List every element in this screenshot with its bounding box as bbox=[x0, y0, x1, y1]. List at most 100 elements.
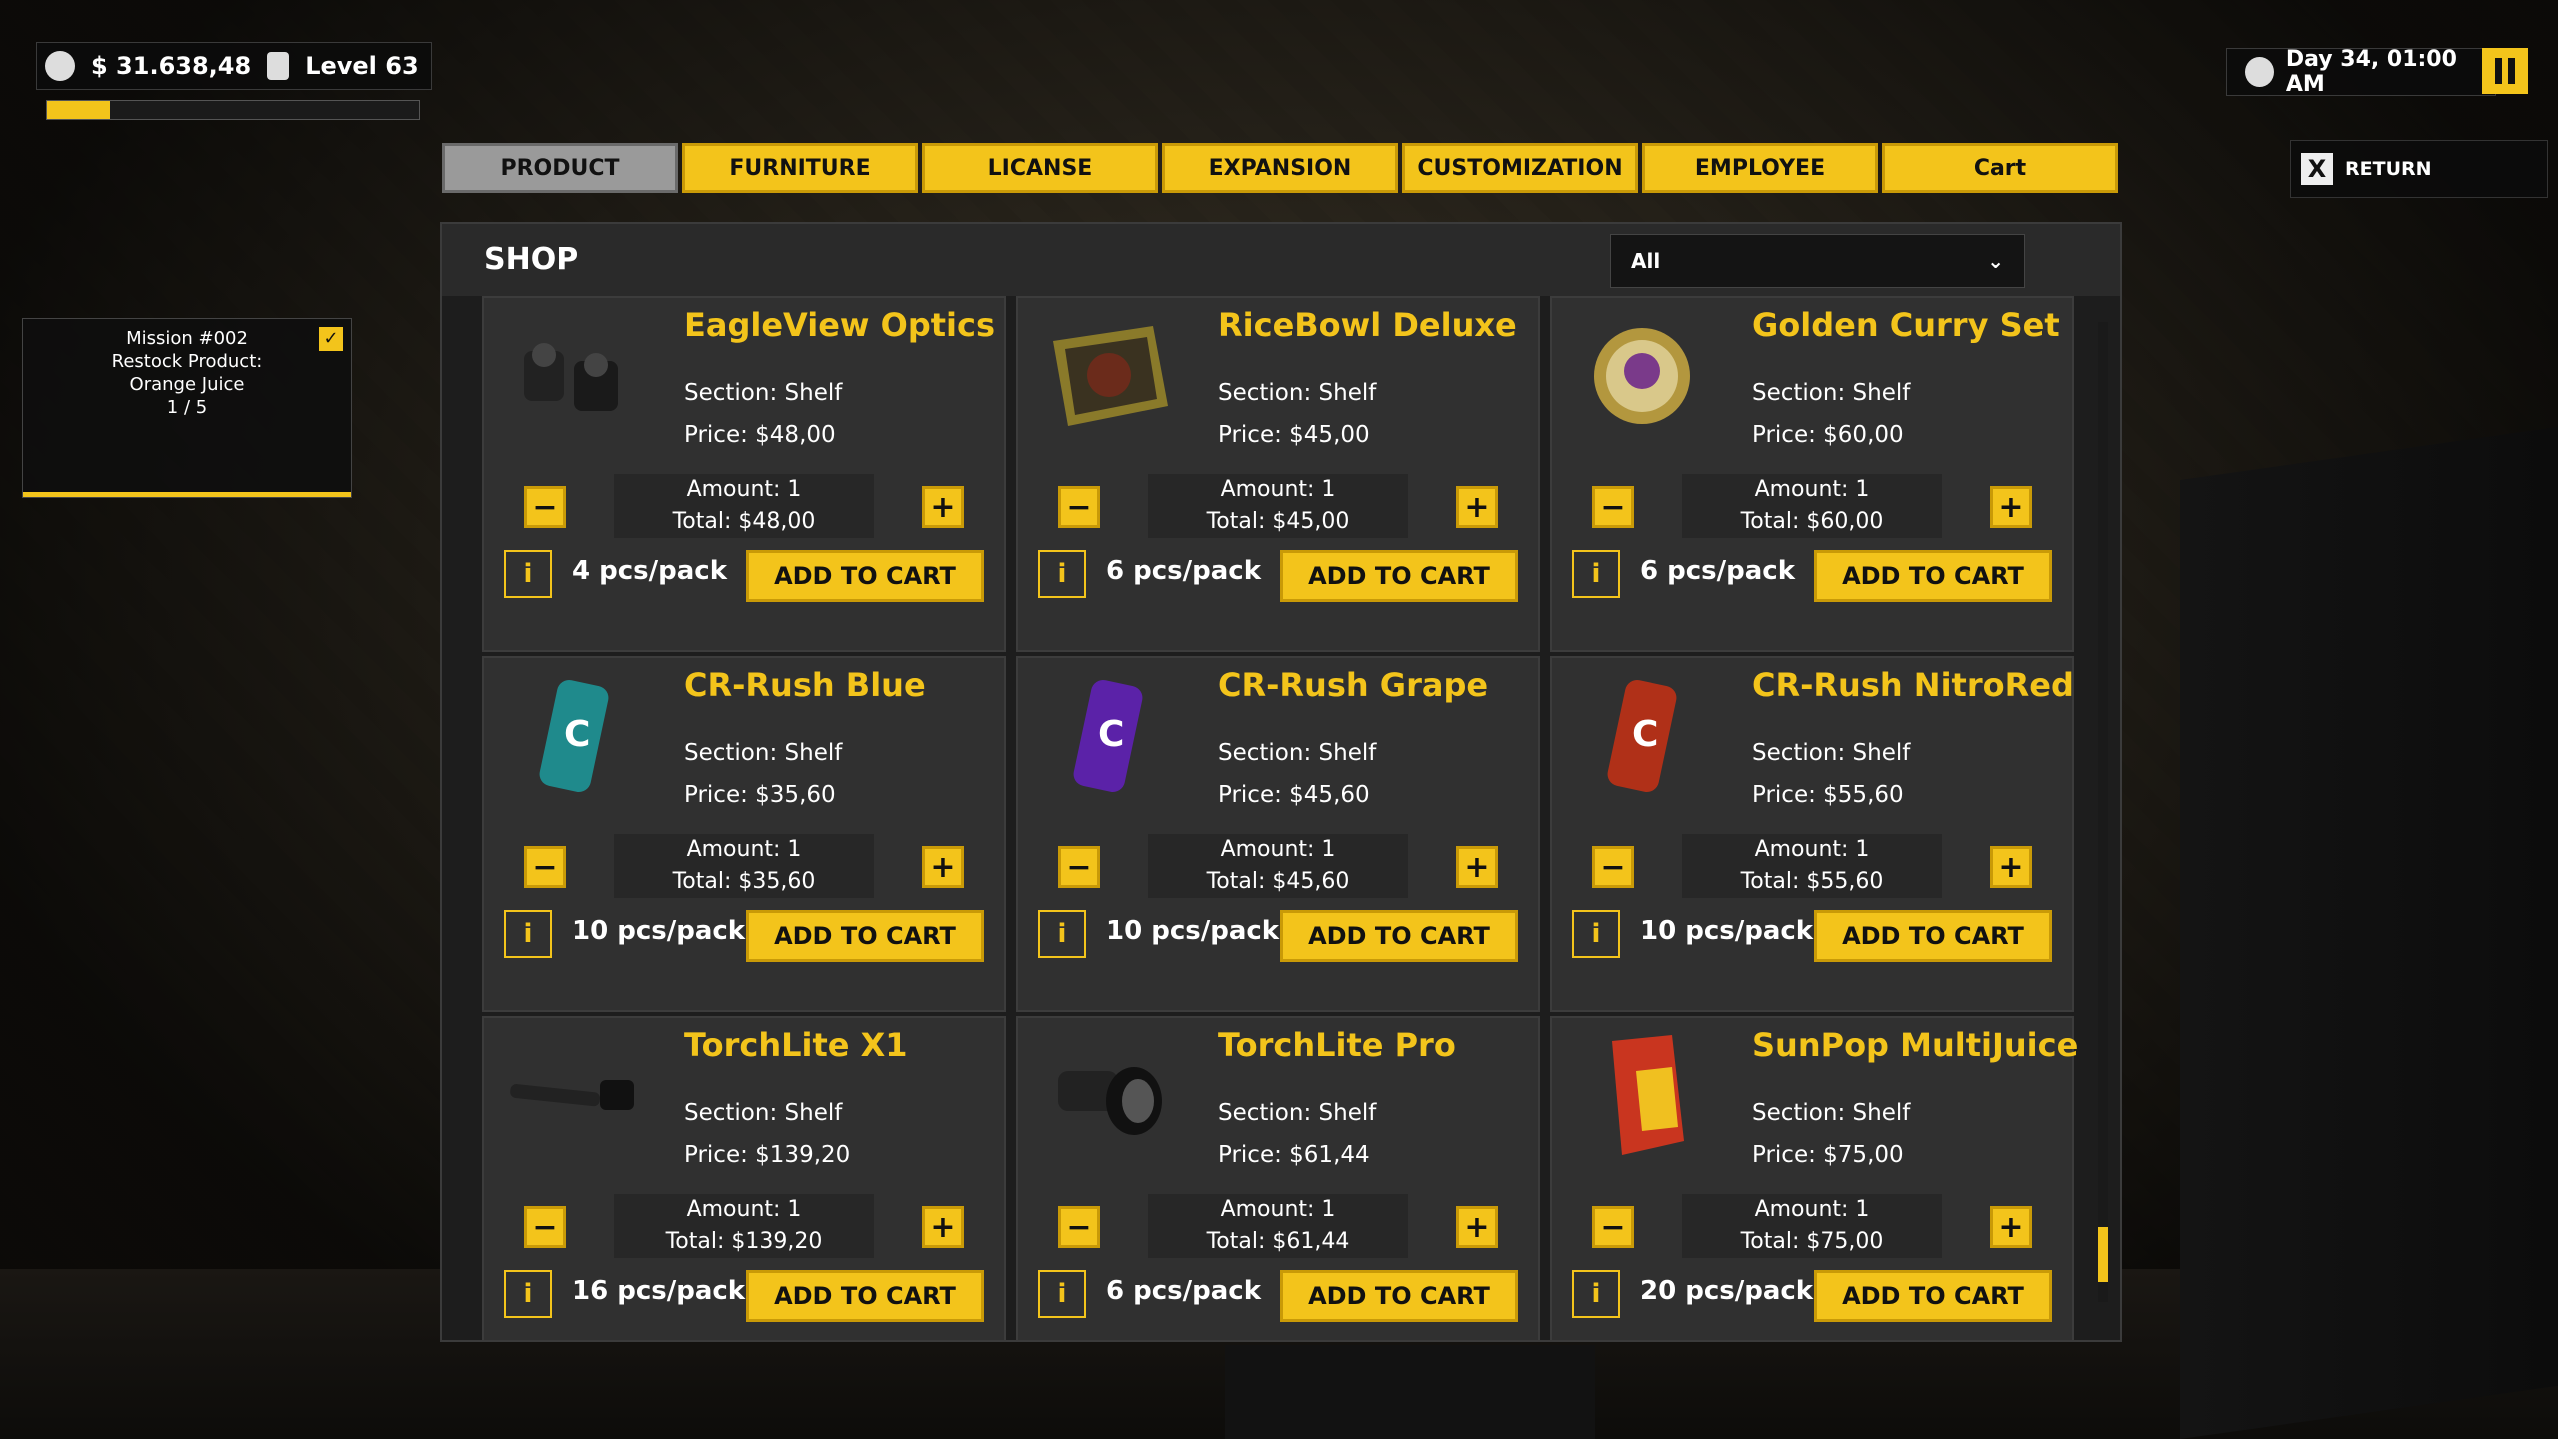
product-section: Section: Shelf bbox=[684, 1100, 843, 1126]
decrease-amount-button[interactable]: − bbox=[1058, 486, 1100, 528]
add-to-cart-button[interactable]: ADD TO CART bbox=[746, 550, 984, 602]
decrease-amount-button[interactable]: − bbox=[1592, 846, 1634, 888]
product-price: Price: $60,00 bbox=[1752, 422, 1904, 448]
pause-icon-bar bbox=[2508, 58, 2515, 84]
info-button[interactable]: i bbox=[1572, 550, 1620, 598]
add-to-cart-button[interactable]: ADD TO CART bbox=[1814, 910, 2052, 962]
decrease-amount-button[interactable]: − bbox=[524, 1206, 566, 1248]
product-name: EagleView Optics bbox=[684, 306, 995, 344]
tab-expansion[interactable]: EXPANSION bbox=[1162, 143, 1398, 193]
increase-amount-button[interactable]: + bbox=[922, 486, 964, 528]
can-grape-icon: C bbox=[1038, 676, 1178, 796]
amount-total-display: Amount: 1 Total: $60,00 bbox=[1682, 474, 1942, 538]
quantity-stepper: − Amount: 1 Total: $35,60 + bbox=[524, 834, 964, 898]
quantity-stepper: − Amount: 1 Total: $75,00 + bbox=[1592, 1194, 2032, 1258]
tab-employee[interactable]: EMPLOYEE bbox=[1642, 143, 1878, 193]
info-button[interactable]: i bbox=[504, 1270, 552, 1318]
add-to-cart-button[interactable]: ADD TO CART bbox=[1280, 1270, 1518, 1322]
decrease-amount-button[interactable]: − bbox=[1592, 486, 1634, 528]
juice-box-icon bbox=[1572, 1035, 1712, 1156]
info-button[interactable]: i bbox=[1038, 550, 1086, 598]
add-to-cart-button[interactable]: ADD TO CART bbox=[1280, 550, 1518, 602]
clock-icon bbox=[2245, 57, 2274, 87]
info-button[interactable]: i bbox=[1572, 910, 1620, 958]
mission-progress: 1 / 5 bbox=[166, 397, 208, 418]
product-card: Golden Curry Set Section: Shelf Price: $… bbox=[1550, 296, 2074, 652]
rice-tray-icon bbox=[1038, 316, 1178, 436]
product-name: CR-Rush NitroRed bbox=[1752, 666, 2074, 704]
increase-amount-button[interactable]: + bbox=[922, 846, 964, 888]
product-amount: Amount: 1 bbox=[1754, 837, 1870, 862]
product-card: EagleView Optics Section: Shelf Price: $… bbox=[482, 296, 1006, 652]
product-card: C CR-Rush Grape Section: Shelf Price: $4… bbox=[1016, 656, 1540, 1012]
add-to-cart-button[interactable]: ADD TO CART bbox=[1814, 550, 2052, 602]
money-icon bbox=[45, 51, 75, 81]
shop-header: SHOP All ⌄ bbox=[442, 224, 2120, 296]
mission-title: Mission #002 bbox=[126, 328, 248, 349]
product-price: Price: $55,60 bbox=[1752, 782, 1904, 808]
info-button[interactable]: i bbox=[1038, 910, 1086, 958]
tab-license[interactable]: LICANSE bbox=[922, 143, 1158, 193]
product-name: TorchLite Pro bbox=[1218, 1026, 1456, 1064]
add-to-cart-button[interactable]: ADD TO CART bbox=[746, 910, 984, 962]
tab-cart[interactable]: Cart bbox=[1882, 143, 2118, 193]
tab-product[interactable]: PRODUCT bbox=[442, 143, 678, 193]
pack-size: 6 pcs/pack bbox=[1106, 1276, 1261, 1306]
can-red-icon: C bbox=[1572, 676, 1712, 796]
info-button[interactable]: i bbox=[504, 910, 552, 958]
return-button[interactable]: X RETURN bbox=[2290, 140, 2548, 198]
decrease-amount-button[interactable]: − bbox=[1592, 1206, 1634, 1248]
decrease-amount-button[interactable]: − bbox=[1058, 846, 1100, 888]
decrease-amount-button[interactable]: − bbox=[524, 846, 566, 888]
quantity-stepper: − Amount: 1 Total: $139,20 + bbox=[524, 1194, 964, 1258]
svg-text:C: C bbox=[1632, 714, 1658, 755]
product-name: Golden Curry Set bbox=[1752, 306, 2060, 344]
product-section: Section: Shelf bbox=[1752, 740, 1911, 766]
amount-total-display: Amount: 1 Total: $45,00 bbox=[1148, 474, 1408, 538]
category-filter-select[interactable]: All ⌄ bbox=[1610, 234, 2025, 288]
product-price: Price: $45,00 bbox=[1218, 422, 1370, 448]
pause-button[interactable] bbox=[2482, 48, 2528, 94]
decrease-amount-button[interactable]: − bbox=[524, 486, 566, 528]
amount-total-display: Amount: 1 Total: $55,60 bbox=[1682, 834, 1942, 898]
info-button[interactable]: i bbox=[1572, 1270, 1620, 1318]
product-total: Total: $139,20 bbox=[665, 1229, 823, 1254]
add-to-cart-button[interactable]: ADD TO CART bbox=[746, 1270, 984, 1322]
increase-amount-button[interactable]: + bbox=[1990, 846, 2032, 888]
product-total: Total: $45,00 bbox=[1206, 509, 1350, 534]
xp-progress-fill bbox=[47, 101, 111, 119]
product-amount: Amount: 1 bbox=[686, 837, 802, 862]
increase-amount-button[interactable]: + bbox=[1456, 846, 1498, 888]
shop-scrollbar[interactable] bbox=[2098, 322, 2108, 1302]
product-amount: Amount: 1 bbox=[1754, 1197, 1870, 1222]
tab-furniture[interactable]: FURNITURE bbox=[682, 143, 918, 193]
product-card: TorchLite Pro Section: Shelf Price: $61,… bbox=[1016, 1016, 1540, 1340]
product-price: Price: $61,44 bbox=[1218, 1142, 1370, 1168]
info-button[interactable]: i bbox=[1038, 1270, 1086, 1318]
product-grid: EagleView Optics Section: Shelf Price: $… bbox=[482, 296, 2078, 1340]
mission-product: Orange Juice bbox=[129, 374, 245, 395]
product-name: SunPop MultiJuice bbox=[1752, 1026, 2079, 1064]
pack-size: 4 pcs/pack bbox=[572, 556, 727, 586]
product-section: Section: Shelf bbox=[1218, 1100, 1377, 1126]
pack-size: 20 pcs/pack bbox=[1640, 1276, 1814, 1306]
day-time-panel: Day 34, 01:00 AM bbox=[2226, 47, 2496, 97]
info-button[interactable]: i bbox=[504, 550, 552, 598]
tab-customization[interactable]: CUSTOMIZATION bbox=[1402, 143, 1638, 193]
product-amount: Amount: 1 bbox=[1220, 477, 1336, 502]
add-to-cart-button[interactable]: ADD TO CART bbox=[1814, 1270, 2052, 1322]
mission-task: Restock Product: bbox=[111, 351, 263, 372]
increase-amount-button[interactable]: + bbox=[1456, 1206, 1498, 1248]
product-section: Section: Shelf bbox=[1218, 740, 1377, 766]
increase-amount-button[interactable]: + bbox=[1990, 486, 2032, 528]
add-to-cart-button[interactable]: ADD TO CART bbox=[1280, 910, 1518, 962]
decrease-amount-button[interactable]: − bbox=[1058, 1206, 1100, 1248]
level-value: Level 63 bbox=[305, 52, 419, 80]
day-time-value: Day 34, 01:00 AM bbox=[2285, 47, 2457, 97]
product-total: Total: $48,00 bbox=[672, 509, 816, 534]
increase-amount-button[interactable]: + bbox=[1990, 1206, 2032, 1248]
scrollbar-thumb[interactable] bbox=[2098, 1227, 2108, 1282]
increase-amount-button[interactable]: + bbox=[922, 1206, 964, 1248]
increase-amount-button[interactable]: + bbox=[1456, 486, 1498, 528]
amount-total-display: Amount: 1 Total: $75,00 bbox=[1682, 1194, 1942, 1258]
